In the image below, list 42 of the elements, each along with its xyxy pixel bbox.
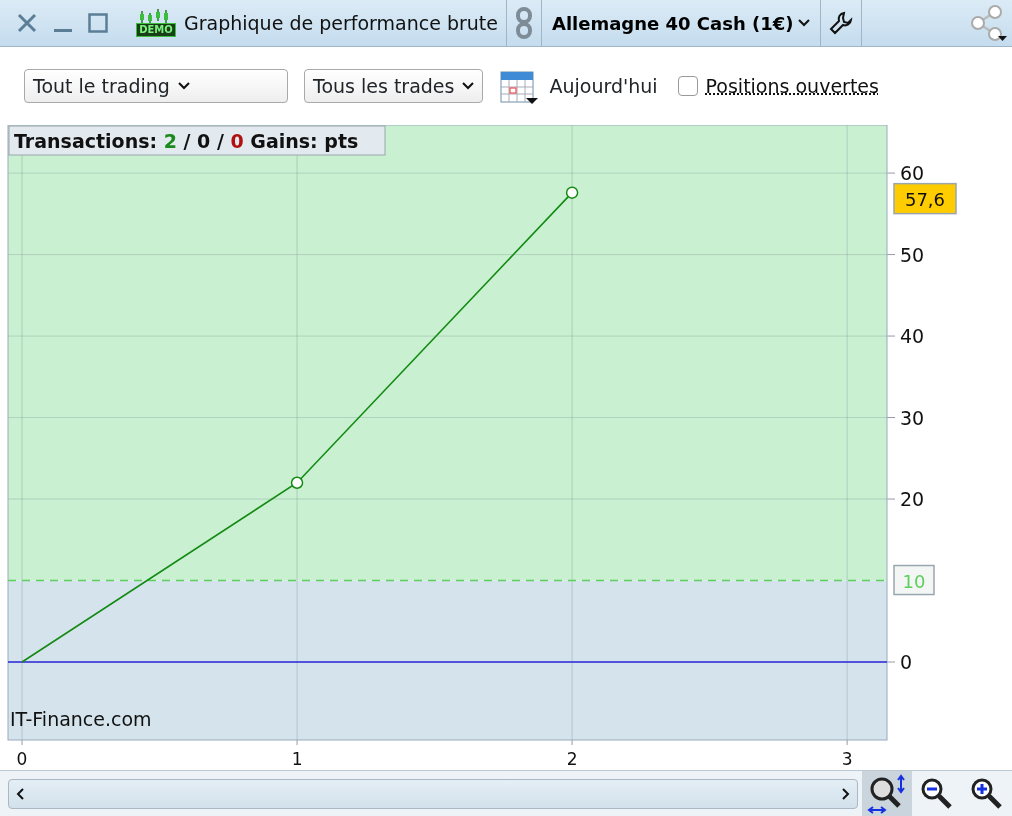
share-icon[interactable] [968,4,1008,42]
current-value: 57,6 [904,188,946,210]
demo-logo: DEMO [132,9,180,37]
losses-count: 0 [230,130,244,152]
source-label: IT-Finance.com [10,708,152,730]
y-tick-label: 20 [900,488,925,511]
data-point [290,476,304,489]
y-tick-label: 60 [900,162,925,185]
caret-icon [177,82,190,90]
y-tick-label: 0 [900,651,913,673]
y-tick-label: 50 [900,243,925,266]
instrument-dropdown[interactable]: Allemagne 40 Cash (1€) [545,9,816,37]
maximize-icon[interactable] [88,13,108,33]
separator: / [216,130,224,152]
separator: / [183,130,191,152]
stats-label: Transactions: [14,130,158,152]
gains-label: Gains: pts [250,130,359,152]
data-point [565,186,579,199]
checkbox[interactable] [677,76,698,96]
reference-value: 10 [902,570,926,592]
neutral-count: 0 [197,130,211,152]
window-title: Graphique de performance brute [184,10,498,36]
link-icon[interactable] [514,7,533,39]
wins-count: 2 [163,130,177,152]
zoom-fit-button[interactable] [862,770,912,816]
date-label: Aujourd'hui [549,73,658,99]
caret-icon [797,19,810,27]
value-label-box [893,182,957,215]
reference-label-box [893,564,935,596]
caret-icon [462,82,475,90]
open-positions-link[interactable]: Positions ouvertes [705,71,879,101]
y-tick-label: 40 [900,325,925,348]
x-tick-label: 3 [841,749,853,769]
filter-dropdown[interactable]: Tous les trades [304,69,484,103]
wrench-icon[interactable] [828,11,853,35]
horizontal-scrollbar[interactable] [8,778,858,809]
y-tick-label: 30 [900,406,925,429]
x-tick-label: 0 [16,749,28,769]
x-tick-label: 2 [566,749,578,769]
close-icon[interactable] [16,12,38,34]
filter-dropdown[interactable]: Tout le trading [24,69,288,103]
x-tick-label: 1 [291,749,303,769]
